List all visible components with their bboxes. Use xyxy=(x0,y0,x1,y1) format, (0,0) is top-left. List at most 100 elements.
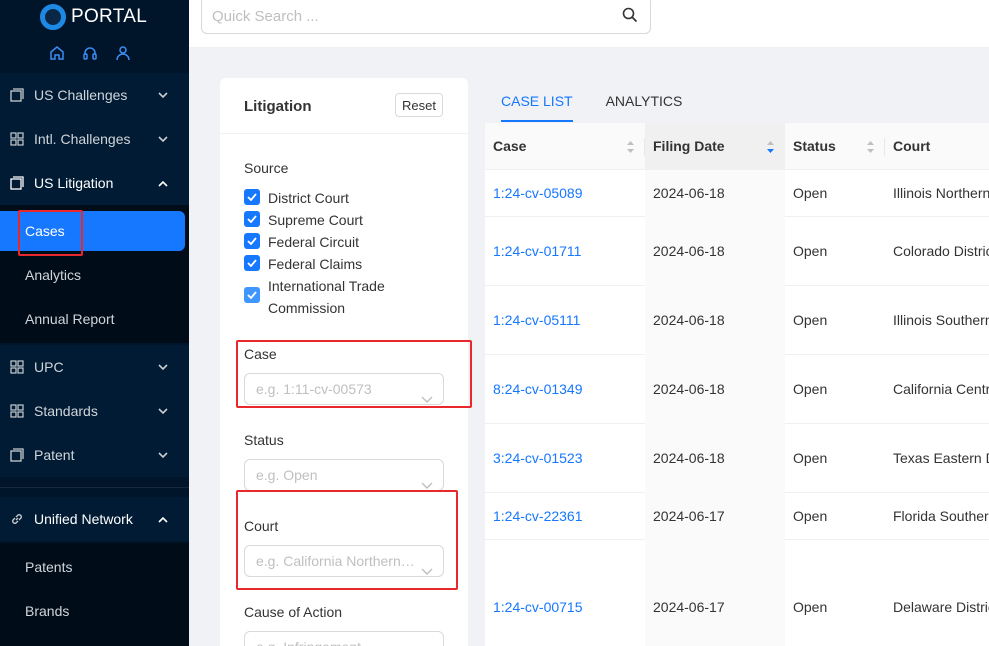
filing-date-cell: 2024-06-18 xyxy=(653,185,725,201)
column-header-case[interactable]: Case xyxy=(485,123,645,170)
status-select[interactable]: e.g. Open xyxy=(244,459,444,491)
sort-icon[interactable] xyxy=(626,139,635,155)
sidebar-item-label: US Challenges xyxy=(34,87,128,103)
filing-date-cell: 2024-06-17 xyxy=(653,508,725,524)
sidebar-item-patent[interactable]: Patent xyxy=(0,433,189,477)
column-header-filing-date[interactable]: Filing Date xyxy=(645,123,785,170)
sidebar-item-brands[interactable]: Brands xyxy=(0,589,189,633)
sidebar-item-label: Patents xyxy=(25,559,73,575)
checkbox-checked-icon[interactable] xyxy=(244,189,260,205)
case-number-link[interactable]: 1:24-cv-05089 xyxy=(493,185,583,201)
sort-descending-icon[interactable] xyxy=(766,139,775,155)
table-row[interactable]: 1:24-cv-22361 2024-06-17 Open Florida South… xyxy=(485,493,989,540)
table-row[interactable]: 3:24-cv-01523 2024-06-18 Open Texas Eastern… xyxy=(485,424,989,493)
status-cell: Open xyxy=(793,381,828,397)
filing-date-cell: 2024-06-18 xyxy=(653,450,725,466)
table-row[interactable]: 1:24-cv-05111 2024-06-18 Open Illinois Sout… xyxy=(485,286,989,355)
court-cell: Florida Southern District Court xyxy=(885,493,989,540)
status-select-placeholder: e.g. Open xyxy=(256,467,318,483)
top-bar xyxy=(189,0,989,47)
cause-of-action-label: Cause of Action xyxy=(244,604,343,620)
case-number-link[interactable]: 1:24-cv-01711 xyxy=(493,243,581,259)
user-icon[interactable] xyxy=(114,44,132,62)
case-number-link[interactable]: 8:24-cv-01349 xyxy=(493,381,583,397)
tab-case-list[interactable]: CASE LIST xyxy=(501,92,573,122)
sidebar-item-label: Standards xyxy=(34,403,98,419)
checkbox-checked-icon[interactable] xyxy=(244,211,260,227)
headset-icon[interactable] xyxy=(81,44,99,62)
cause-of-action-select[interactable]: e.g. Infringement xyxy=(244,631,444,646)
cause-select-placeholder: e.g. Infringement xyxy=(256,632,416,646)
sidebar-item-upc[interactable]: UPC xyxy=(0,345,189,389)
checkbox-federal-claims[interactable]: Federal Claims xyxy=(244,253,418,275)
table-row[interactable]: 8:24-cv-01349 2024-06-18 Open California Ce… xyxy=(485,355,989,424)
table-row[interactable]: 1:24-cv-05089 2024-06-18 Open Illinois Nort… xyxy=(485,170,989,217)
status-cell: Open xyxy=(793,599,828,615)
sidebar-item-patents[interactable]: Patents xyxy=(0,545,189,589)
court-cell: Texas Eastern District Court xyxy=(893,450,989,466)
grid-icon xyxy=(9,359,25,375)
case-number-link[interactable]: 3:24-cv-01523 xyxy=(493,450,583,466)
column-header-court[interactable]: Court xyxy=(885,123,989,170)
status-cell: Open xyxy=(785,540,885,646)
chevron-down-icon xyxy=(421,470,433,489)
sidebar-item-label: US Litigation xyxy=(34,175,114,191)
filing-date-cell: 2024-06-18 xyxy=(645,355,785,424)
checkbox-checked-icon[interactable] xyxy=(244,255,260,271)
checkbox-international-trade-commission[interactable]: International Trade Commission xyxy=(244,275,418,319)
sidebar-item-annual-report[interactable]: Annual Report xyxy=(0,297,189,341)
chevron-down-icon xyxy=(421,642,433,646)
view-tabs: CASE LIST ANALYTICS xyxy=(501,92,682,122)
court-cell: Delaware District Court xyxy=(885,540,989,646)
checkbox-checked-icon[interactable] xyxy=(244,233,260,249)
court-cell: Illinois Southern District Court xyxy=(893,312,989,328)
panel-title: Litigation xyxy=(244,98,312,115)
tab-analytics[interactable]: ANALYTICS xyxy=(606,92,683,122)
status-cell: Open xyxy=(785,493,885,540)
court-cell: Florida Southern District Court xyxy=(893,508,989,524)
sidebar: PORTAL US Challenges Intl. Challenges US… xyxy=(0,0,189,646)
column-header-label: Filing Date xyxy=(653,138,725,154)
status-cell: Open xyxy=(785,286,885,355)
case-number-link[interactable]: 1:24-cv-00715 xyxy=(493,599,583,615)
sidebar-item-label: Unified Network xyxy=(34,511,133,527)
status-cell: Open xyxy=(793,312,828,328)
logo[interactable]: PORTAL xyxy=(40,3,147,31)
sidebar-item-analytics[interactable]: Analytics xyxy=(0,253,189,297)
chevron-up-icon xyxy=(158,514,168,524)
search-input[interactable] xyxy=(212,3,602,29)
home-icon[interactable] xyxy=(48,44,66,62)
app-title: PORTAL xyxy=(71,6,148,27)
case-number-cell: 1:24-cv-05111 xyxy=(485,286,645,355)
sidebar-top-icons xyxy=(48,44,132,62)
checkbox-checked-icon[interactable] xyxy=(244,287,260,303)
court-cell: Colorado District Court xyxy=(893,243,989,259)
window-icon xyxy=(9,87,25,103)
status-cell: Open xyxy=(793,185,828,201)
checkbox-federal-circuit[interactable]: Federal Circuit xyxy=(244,231,418,253)
chevron-down-icon xyxy=(158,90,168,100)
case-number-link[interactable]: 1:24-cv-22361 xyxy=(493,508,583,524)
sidebar-item-us-litigation[interactable]: US Litigation xyxy=(0,161,189,205)
sort-icon[interactable] xyxy=(866,139,875,155)
table-header: Case Filing Date Status Court xyxy=(485,123,989,170)
window-icon xyxy=(9,175,25,191)
sidebar-item-intl-challenges[interactable]: Intl. Challenges xyxy=(0,117,189,161)
checkbox-district-court[interactable]: District Court xyxy=(244,187,418,209)
filing-date-cell: 2024-06-18 xyxy=(653,312,725,328)
grid-icon xyxy=(9,131,25,147)
court-cell: California Central District Court xyxy=(885,355,989,424)
sidebar-item-unified-network[interactable]: Unified Network xyxy=(0,497,189,541)
table-row[interactable]: 1:24-cv-00715 2024-06-17 Open Delaware Dist… xyxy=(485,540,989,646)
reset-button[interactable]: Reset xyxy=(395,93,443,117)
status-cell: Open xyxy=(793,243,828,259)
sidebar-item-standards[interactable]: Standards xyxy=(0,389,189,433)
case-number-link[interactable]: 1:24-cv-05111 xyxy=(493,312,580,328)
grid-icon xyxy=(9,403,25,419)
sidebar-item-label: Brands xyxy=(25,603,70,619)
sidebar-item-label: Annual Report xyxy=(25,311,115,327)
checkbox-supreme-court[interactable]: Supreme Court xyxy=(244,209,418,231)
search-icon[interactable] xyxy=(622,7,638,23)
table-row[interactable]: 1:24-cv-01711 2024-06-18 Open Colorado Dist… xyxy=(485,217,989,286)
sidebar-item-us-challenges[interactable]: US Challenges xyxy=(0,73,189,117)
